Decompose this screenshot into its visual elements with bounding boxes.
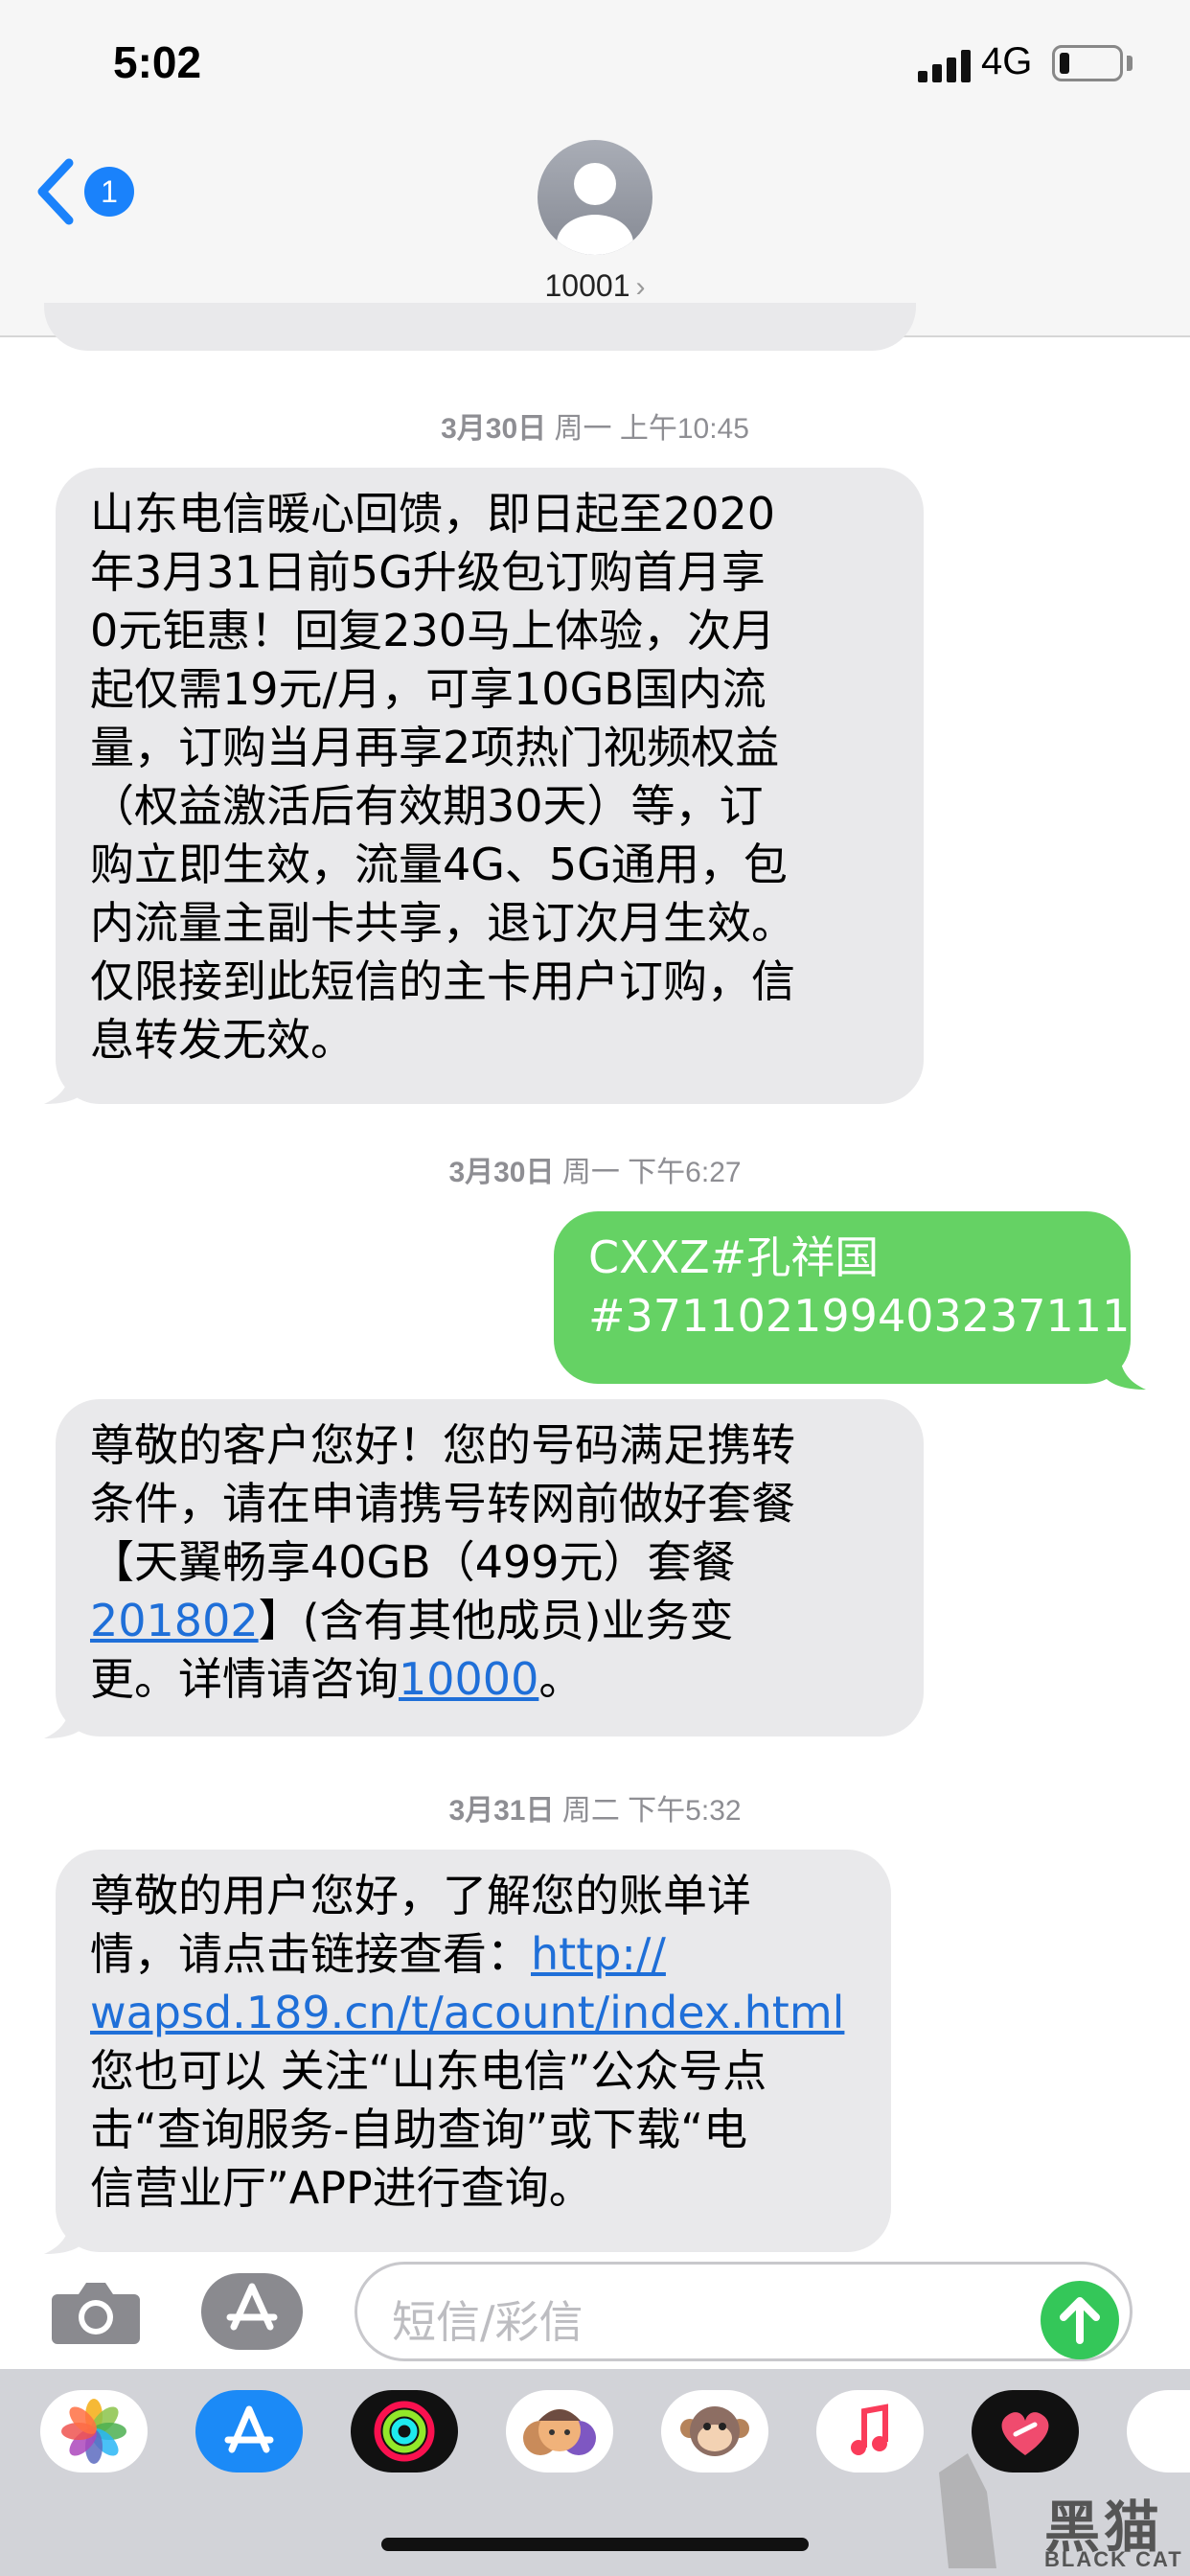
timestamp-time: 周二 下午5:32 (554, 1795, 742, 1827)
battery-icon (1052, 45, 1123, 81)
chevron-left-icon (37, 158, 74, 225)
home-indicator[interactable] (381, 2538, 809, 2551)
message-link[interactable]: 201802 (90, 1595, 259, 1646)
watermark-subtext: BLACK CAT (1044, 2547, 1183, 2571)
camera-icon[interactable] (50, 2279, 142, 2344)
message-text: 尊敬的客户您好！您的号码满足携转 条件，请在申请携号转网前做好套餐 【天翼畅享4… (90, 1419, 795, 1588)
memoji-icon[interactable] (506, 2390, 613, 2472)
send-button[interactable] (1041, 2281, 1119, 2359)
contact-avatar[interactable] (538, 140, 652, 255)
timestamp-time: 周一 上午10:45 (546, 413, 749, 445)
message-bubble-incoming[interactable]: 山东电信暖心回馈，即日起至2020 年3月31日前5G升级包订购首月享 0元钜惠… (56, 468, 924, 1104)
person-silhouette-icon (557, 163, 633, 255)
cellular-signal-icon (918, 50, 972, 82)
message-bubble-outgoing[interactable]: CXXZ#孔祥国 #371102199403237111 (554, 1211, 1131, 1384)
compose-bar: 短信/彩信 (0, 2254, 1190, 2369)
app-store-icon[interactable] (195, 2390, 303, 2472)
timestamp-date: 3月31日 (448, 1795, 555, 1827)
timestamp: 3月31日 周二 下午5:32 (0, 1786, 1190, 1828)
animoji-icon[interactable] (661, 2390, 768, 2472)
activity-icon[interactable] (351, 2390, 458, 2472)
app-store-icon (226, 2283, 278, 2331)
status-time: 5:02 (113, 37, 202, 87)
phone-link[interactable]: 10000 (399, 1653, 538, 1705)
battery-cap (1127, 56, 1133, 71)
unread-badge: 1 (84, 167, 134, 217)
previous-message-bubble (44, 303, 916, 351)
contact-name[interactable]: 10001 › (0, 268, 1190, 304)
timestamp-time: 周一 下午6:27 (554, 1157, 742, 1188)
message-input[interactable]: 短信/彩信 (355, 2262, 1133, 2361)
arrow-up-icon (1060, 2297, 1100, 2344)
music-icon[interactable] (816, 2390, 924, 2472)
contact-name-label: 10001 (544, 268, 630, 303)
timestamp-date: 3月30日 (448, 1157, 555, 1188)
apps-button[interactable] (201, 2273, 303, 2350)
back-button[interactable]: 1 (31, 153, 136, 230)
message-bubble-incoming[interactable]: 尊敬的客户您好！您的号码满足携转 条件，请在申请携号转网前做好套餐 【天翼畅享4… (56, 1399, 924, 1736)
message-text: 。 (538, 1653, 584, 1705)
network-type: 4G (981, 40, 1033, 82)
timestamp-date: 3月30日 (441, 413, 547, 445)
status-bar: 5:02 4G (0, 0, 1190, 125)
chevron-right-icon: › (635, 271, 646, 303)
timestamp: 3月30日 周一 下午6:27 (0, 1148, 1190, 1190)
message-text: 您也可以 关注“山东电信”公众号点 击“查询服务-自助查询”或下载“电 信营业厅… (90, 2045, 767, 2214)
photos-icon[interactable] (40, 2390, 148, 2472)
message-list[interactable]: 3月30日 周一 上午10:45 山东电信暖心回馈，即日起至2020 年3月31… (0, 303, 1190, 2254)
timestamp: 3月30日 周一 上午10:45 (0, 404, 1190, 447)
message-bubble-incoming[interactable]: 尊敬的用户您好，了解您的账单详 情，请点击链接查看：http:// wapsd.… (56, 1850, 891, 2252)
